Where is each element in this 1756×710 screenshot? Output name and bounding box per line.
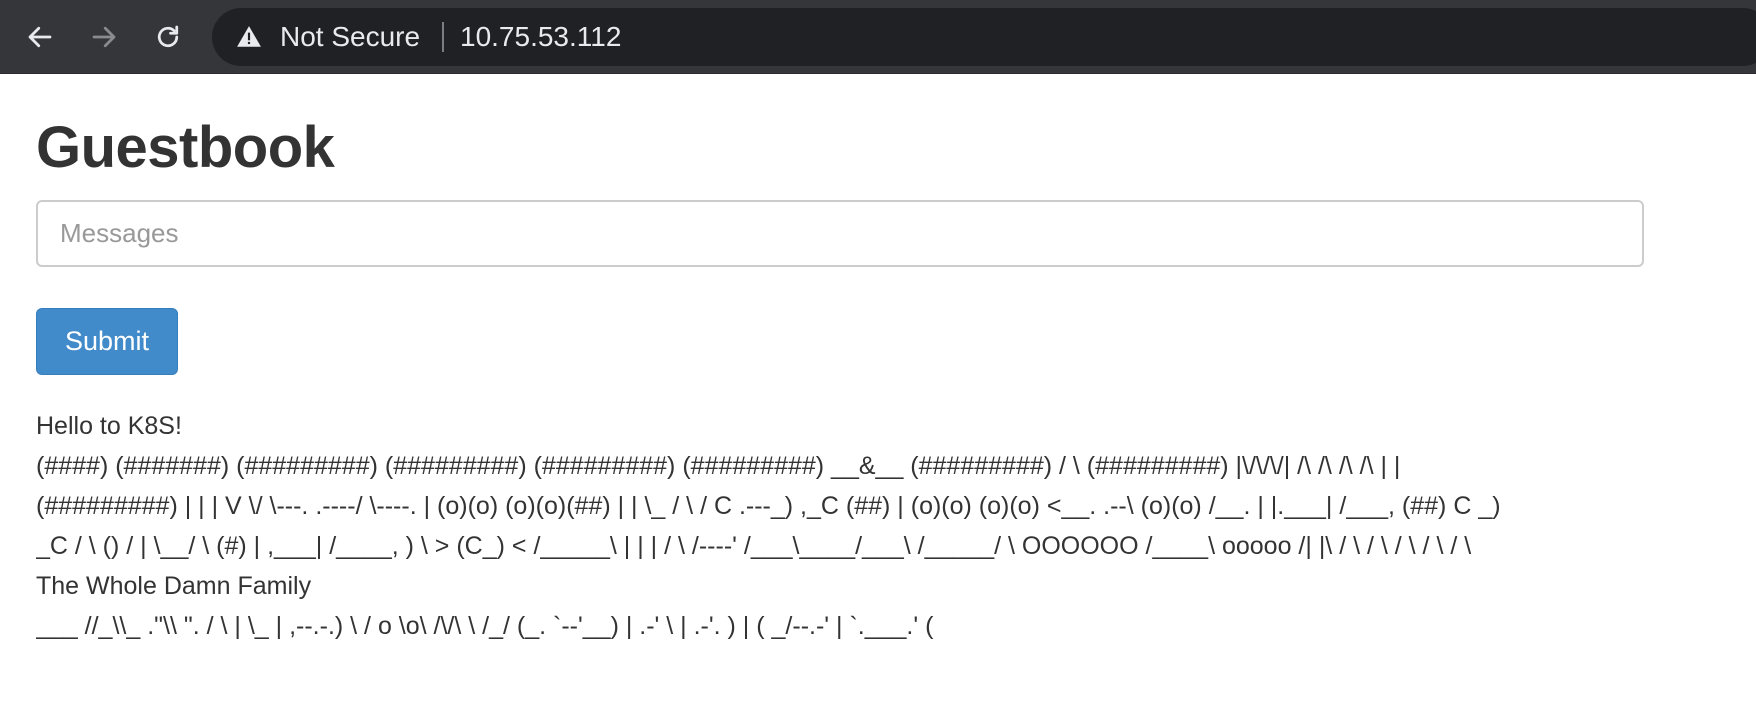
guestbook-entry: (####) (#######) (#########) (#########)… [36,452,1401,480]
messages-input[interactable] [36,200,1644,267]
forward-button[interactable] [84,17,124,57]
browser-toolbar: Not Secure 10.75.53.112 [0,0,1756,74]
reload-icon [157,25,179,48]
divider [442,22,444,52]
arrow-left-icon [28,26,52,48]
guestbook-entry: Hello to K8S! [36,412,182,440]
page-title: Guestbook [36,115,335,180]
page-content: Guestbook Submit Hello to K8S! (####) (#… [0,74,1756,710]
arrow-right-icon [92,26,116,48]
warning-icon [237,26,261,47]
reload-button[interactable] [148,17,188,57]
submit-button[interactable]: Submit [36,308,178,375]
security-status[interactable]: Not Secure [280,8,420,66]
back-button[interactable] [20,17,60,57]
address-bar[interactable]: Not Secure 10.75.53.112 [212,8,1756,66]
guestbook-entries: Hello to K8S! (####) (#######) (########… [36,406,1676,646]
guestbook-entry: (#########) | | | V \/ \---. .----/ \---… [36,492,1501,520]
guestbook-entry: The Whole Damn Family [36,572,312,600]
url-text[interactable]: 10.75.53.112 [460,8,621,66]
guestbook-entry: ___ //_\\_ ."\\ ". / \ | \_ | ,--.-.) \ … [36,612,934,640]
guestbook-entry: _C / \ () / | \__/ \ (#) | ,___| /____, … [36,532,1472,560]
